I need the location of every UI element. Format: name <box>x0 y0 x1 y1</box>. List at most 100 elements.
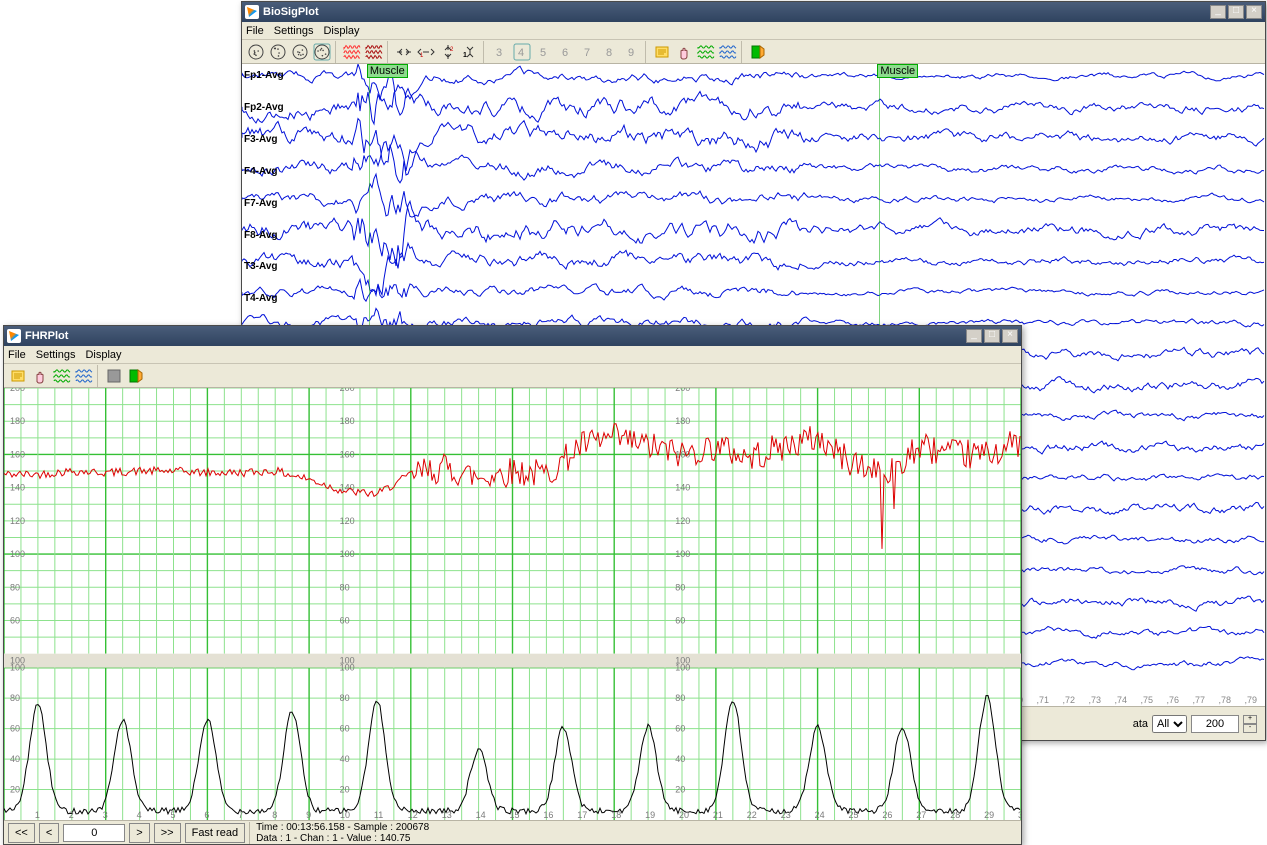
close-icon[interactable]: × <box>1002 329 1018 343</box>
fast-read-button[interactable]: Fast read <box>185 823 245 843</box>
svg-text:40: 40 <box>675 754 685 764</box>
montage-4-icon[interactable] <box>311 41 333 63</box>
svg-text:3: 3 <box>103 810 108 820</box>
svg-text:6: 6 <box>204 810 209 820</box>
horiz-expand-icon[interactable]: 1 <box>415 41 437 63</box>
gray-block-icon[interactable] <box>103 365 125 387</box>
num-8-icon[interactable]: 8 <box>599 41 621 63</box>
menu-display[interactable]: Display <box>85 349 121 361</box>
channel-label: F4-Avg <box>244 166 278 177</box>
montage-3-icon[interactable] <box>289 41 311 63</box>
channel-label: Fp2-Avg <box>244 102 284 113</box>
maximize-icon[interactable]: □ <box>984 329 1000 343</box>
scale-input[interactable] <box>1191 715 1239 733</box>
num-7-icon[interactable]: 7 <box>577 41 599 63</box>
exit-icon[interactable] <box>747 41 769 63</box>
svg-text:1: 1 <box>35 810 40 820</box>
svg-text:27: 27 <box>916 810 926 820</box>
step-fwd-button[interactable]: > <box>129 823 149 843</box>
vert-expand-icon[interactable]: 2 <box>437 41 459 63</box>
fhr-plot-area[interactable]: 6080100120140160180200204060801001006080… <box>4 388 1021 820</box>
hand-icon[interactable] <box>673 41 695 63</box>
svg-text:100: 100 <box>675 656 690 666</box>
svg-text:100: 100 <box>10 549 25 559</box>
svg-text:22: 22 <box>747 810 757 820</box>
montage-1-icon[interactable] <box>245 41 267 63</box>
status-line-2: Data : 1 - Chan : 1 - Value : 140.75 <box>256 833 1017 844</box>
svg-text:5: 5 <box>540 47 546 59</box>
bookmark-icon[interactable] <box>7 365 29 387</box>
svg-text:16: 16 <box>543 810 553 820</box>
time-tick: ,74 <box>1114 695 1127 705</box>
matlab-logo-icon <box>245 5 259 19</box>
num-9-icon[interactable]: 9 <box>621 41 643 63</box>
svg-text:100: 100 <box>10 656 25 666</box>
position-input[interactable] <box>63 824 125 842</box>
vert-compress-icon[interactable]: 1 <box>459 41 481 63</box>
time-tick: ,79 <box>1244 695 1257 705</box>
menu-display[interactable]: Display <box>323 25 359 37</box>
montage-2-icon[interactable] <box>267 41 289 63</box>
fhr-toolbar <box>4 364 1021 388</box>
channel-label: F7-Avg <box>244 198 278 209</box>
svg-text:25: 25 <box>849 810 859 820</box>
minimize-icon[interactable]: _ <box>966 329 982 343</box>
scale-up-button[interactable]: + <box>1243 715 1257 724</box>
rewind-button[interactable]: << <box>8 823 35 843</box>
svg-text:80: 80 <box>340 582 350 592</box>
svg-text:120: 120 <box>340 516 355 526</box>
maximize-icon[interactable]: □ <box>1228 5 1244 19</box>
tracks-outline-icon[interactable] <box>717 41 739 63</box>
num-6-icon[interactable]: 6 <box>555 41 577 63</box>
svg-text:100: 100 <box>340 656 355 666</box>
svg-text:1: 1 <box>463 52 467 59</box>
data-select[interactable]: All <box>1152 715 1187 733</box>
menu-settings[interactable]: Settings <box>274 25 314 37</box>
menu-file[interactable]: File <box>8 349 26 361</box>
menu-file[interactable]: File <box>246 25 264 37</box>
fhr-window: FHRPlot _ □ × File Settings Display 60 80 10… <box>3 325 1022 845</box>
svg-text:3: 3 <box>496 47 502 59</box>
menu-settings[interactable]: Settings <box>36 349 76 361</box>
scale-down-button[interactable]: - <box>1243 724 1257 733</box>
fhr-statusbar: << < > >> Fast read Time : 00:13:56.158 … <box>4 820 1021 844</box>
svg-text:4: 4 <box>137 810 142 820</box>
svg-text:6: 6 <box>562 47 568 59</box>
svg-text:60: 60 <box>10 615 20 625</box>
fhr-title: FHRPlot <box>25 330 966 342</box>
svg-text:17: 17 <box>577 810 587 820</box>
minimize-icon[interactable]: _ <box>1210 5 1226 19</box>
svg-text:11: 11 <box>374 810 383 820</box>
bookmark-icon[interactable] <box>651 41 673 63</box>
fast-fwd-button[interactable]: >> <box>154 823 181 843</box>
zoom-tracks-icon[interactable] <box>695 41 717 63</box>
svg-text:8: 8 <box>272 810 277 820</box>
event-marker-label[interactable]: Muscle <box>877 64 918 78</box>
svg-text:2: 2 <box>69 810 74 820</box>
svg-text:20: 20 <box>10 785 20 795</box>
hand-icon[interactable] <box>29 365 51 387</box>
exit-icon[interactable] <box>125 365 147 387</box>
svg-text:29: 29 <box>984 810 994 820</box>
biosig-titlebar[interactable]: BioSigPlot _ □ × <box>242 2 1265 22</box>
svg-text:4: 4 <box>518 47 524 59</box>
zoom-tracks-icon[interactable] <box>51 365 73 387</box>
step-back-button[interactable]: < <box>39 823 59 843</box>
filter-red-icon[interactable] <box>341 41 363 63</box>
num-3-icon[interactable]: 3 <box>489 41 511 63</box>
event-marker-label[interactable]: Muscle <box>367 64 408 78</box>
svg-text:80: 80 <box>675 693 685 703</box>
num-5-icon[interactable]: 5 <box>533 41 555 63</box>
filter-darkred-icon[interactable] <box>363 41 385 63</box>
fhr-titlebar[interactable]: FHRPlot _ □ × <box>4 326 1021 346</box>
horiz-compress-icon[interactable] <box>393 41 415 63</box>
data-label: ata <box>1133 718 1148 730</box>
svg-text:2: 2 <box>450 47 454 53</box>
svg-text:13: 13 <box>442 810 452 820</box>
close-icon[interactable]: × <box>1246 5 1262 19</box>
tracks-outline-icon[interactable] <box>73 365 95 387</box>
num-4-icon[interactable]: 4 <box>511 41 533 63</box>
time-tick: ,78 <box>1218 695 1231 705</box>
svg-text:60: 60 <box>675 724 685 734</box>
svg-text:20: 20 <box>679 810 689 820</box>
